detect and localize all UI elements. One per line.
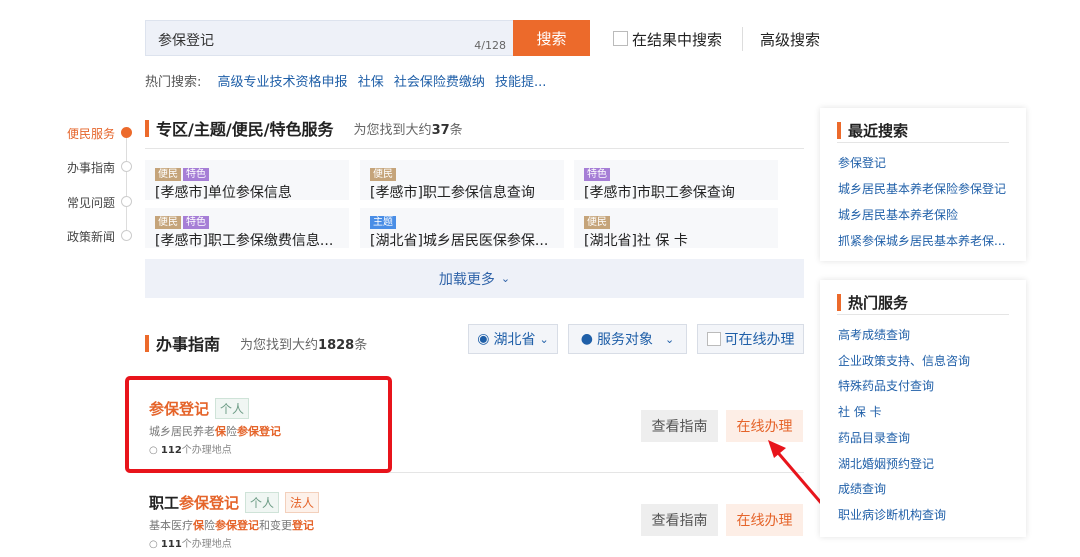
hot-link[interactable]: 高级专业技术资格申报 (218, 75, 348, 90)
hot-service-link[interactable]: 特殊药品支付查询 (838, 377, 934, 394)
hot-link[interactable]: 技能提... (495, 75, 546, 90)
tag-legal-person: 法人 (285, 492, 320, 513)
online-checkbox[interactable] (706, 332, 721, 346)
online-filter[interactable]: 可在线办理 (697, 324, 804, 354)
service-card[interactable]: 便民 特色 [孝感市]职工参保缴费信息... (145, 208, 349, 249)
result-desc: 基本医疗保险参保登记和变更登记 (149, 519, 314, 532)
location-pin-icon: ◉ (477, 331, 490, 347)
nav-dot (121, 196, 132, 207)
search-query: 参保登记 (158, 33, 214, 49)
region-filter[interactable]: ◉ 湖北省 ⌄ (468, 324, 558, 354)
accent-bar (145, 334, 149, 352)
special-section-title: 专区/主题/便民/特色服务 为您找到大约37条 (145, 116, 463, 140)
recent-link[interactable]: 抓紧参保城乡居民基本养老保... (838, 232, 1005, 249)
hot-service-link[interactable]: 高考成绩查询 (838, 326, 910, 343)
recent-link[interactable]: 城乡居民基本养老保险 (838, 206, 958, 223)
person-icon: ● (580, 331, 593, 347)
view-guide-button[interactable]: 查看指南 (641, 504, 718, 536)
hot-search-label: 热门搜索: (145, 75, 202, 90)
accent-bar (145, 119, 149, 137)
service-card[interactable]: 便民 [孝感市]职工参保信息查询 (360, 160, 564, 201)
nav-item-guide[interactable]: 办事指南 (67, 159, 115, 176)
special-result-count: 为您找到大约37条 (353, 122, 463, 138)
search-char-count: 4/128 (474, 39, 506, 52)
result-title[interactable]: 职工参保登记 个人 法人 (149, 492, 320, 513)
recent-search-panel: 最近搜索 参保登记 城乡居民基本养老保险参保登记 城乡居民基本养老保险 抓紧参保… (820, 108, 1026, 261)
hot-search-row: 热门搜索: 高级专业技术资格申报 社保 社会保险费缴纳 技能提... (145, 71, 546, 90)
nav-item-faq[interactable]: 常见问题 (67, 194, 115, 211)
chevron-down-icon: ⌄ (665, 332, 675, 346)
chevron-down-icon: ⌄ (500, 272, 511, 285)
hot-services-panel: 热门服务 高考成绩查询 企业政策支持、信息咨询 特殊药品支付查询 社 保 卡 药… (820, 280, 1026, 537)
nav-item-news[interactable]: 政策新闻 (67, 228, 115, 245)
tag-individual: 个人 (245, 492, 280, 513)
hot-link[interactable]: 社保 (358, 75, 384, 90)
annotation-highlight-box (125, 376, 392, 473)
divider (742, 27, 743, 51)
service-card[interactable]: 特色 [孝感市]市职工参保查询 (574, 160, 778, 201)
search-in-results-label[interactable]: 在结果中搜索 (632, 29, 722, 50)
service-card[interactable]: 便民 [湖北省]社 保 卡 (574, 208, 778, 249)
hot-service-link[interactable]: 湖北婚姻预约登记 (838, 455, 934, 472)
hot-service-link[interactable]: 企业政策支持、信息咨询 (838, 352, 970, 369)
nav-dot (121, 161, 132, 172)
hot-service-link[interactable]: 职业病诊断机构查询 (838, 506, 946, 523)
service-target-filter[interactable]: ● 服务对象 ⌄ (568, 324, 687, 354)
recent-link[interactable]: 城乡居民基本养老保险参保登记 (838, 180, 1006, 197)
nav-item-bianmin[interactable]: 便民服务 (67, 125, 115, 142)
divider (145, 148, 804, 149)
guide-result-count: 为您找到大约1828条 (240, 337, 368, 353)
nav-timeline (126, 132, 127, 236)
hot-service-link[interactable]: 药品目录查询 (838, 429, 910, 446)
hot-services-title: 热门服务 (837, 292, 908, 313)
hot-service-link[interactable]: 成绩查询 (838, 480, 886, 497)
service-card[interactable]: 便民 特色 [孝感市]单位参保信息 (145, 160, 349, 201)
hot-link[interactable]: 社会保险费缴纳 (394, 75, 485, 90)
location-pin-icon: ○ (149, 539, 158, 550)
search-input[interactable]: 参保登记 4/128 (145, 20, 514, 56)
service-card[interactable]: 主题 [湖北省]城乡居民医保参保... (360, 208, 564, 249)
load-more-button[interactable]: 加载更多 ⌄ (145, 259, 804, 298)
recent-link[interactable]: 参保登记 (838, 154, 886, 171)
advanced-search-link[interactable]: 高级搜索 (760, 29, 820, 50)
recent-search-title: 最近搜索 (837, 120, 908, 141)
search-in-results-checkbox[interactable] (613, 31, 628, 46)
nav-dot-active (121, 127, 132, 138)
guide-section-title: 办事指南 为您找到大约1828条 (145, 331, 367, 355)
chevron-down-icon: ⌄ (539, 332, 549, 346)
view-guide-button[interactable]: 查看指南 (641, 410, 718, 442)
search-button[interactable]: 搜索 (513, 20, 590, 56)
hot-service-link[interactable]: 社 保 卡 (838, 403, 882, 420)
nav-dot (121, 230, 132, 241)
result-locations: ○ 111个办理地点 (149, 539, 232, 550)
